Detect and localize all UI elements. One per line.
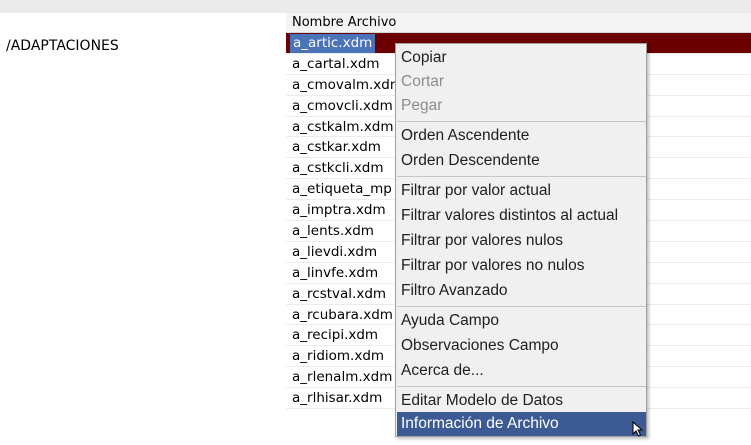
menu-item-filtrar-valor-actual[interactable]: Filtrar por valor actual	[397, 179, 646, 203]
file-name-cell[interactable]: a_rlenalm.xdm	[292, 367, 392, 387]
menu-item-orden-ascendente[interactable]: Orden Ascendente	[397, 124, 646, 148]
menu-separator	[397, 176, 646, 177]
menu-item-cortar: Cortar	[401, 73, 445, 90]
menu-item-observaciones-campo[interactable]: Observaciones Campo	[397, 334, 646, 358]
file-name-cell[interactable]: a_imptra.xdm	[292, 200, 386, 220]
file-name-cell[interactable]: a_linvfe.xdm	[292, 263, 378, 283]
top-band	[0, 0, 751, 13]
menu-item-filtrar-nulos[interactable]: Filtrar por valores nulos	[397, 229, 646, 253]
file-name-cell[interactable]: a_cstkcli.xdm	[292, 158, 384, 178]
menu-item-copiar[interactable]: Copiar	[397, 46, 646, 70]
menu-item-filtrar-no-nulos[interactable]: Filtrar por valores no nulos	[397, 254, 646, 278]
file-name-cell[interactable]: a_cmovcli.xdm	[292, 96, 393, 116]
folder-path-label: /ADAPTACIONES	[6, 38, 119, 54]
file-name-cell[interactable]: a_ridiom.xdm	[292, 346, 384, 366]
file-name-cell[interactable]: a_cmovalm.xdm	[292, 75, 403, 95]
file-name-cell[interactable]: a_cstkar.xdm	[292, 137, 381, 157]
file-name-cell[interactable]: a_rcstval.xdm	[292, 284, 386, 304]
file-name-cell[interactable]: a_etiqueta_mp	[292, 179, 392, 199]
file-name-cell[interactable]: a_rlhisar.xdm	[292, 388, 382, 408]
menu-item-informacion-archivo[interactable]: Información de Archivo	[397, 412, 646, 436]
file-name-cell[interactable]: a_cartal.xdm	[292, 54, 380, 74]
file-name-cell[interactable]: a_cstkalm.xdm	[292, 117, 394, 137]
menu-separator	[397, 386, 646, 387]
menu-item-orden-descendente[interactable]: Orden Descendente	[397, 149, 646, 173]
menu-item-editar-modelo[interactable]: Editar Modelo de Datos	[397, 389, 646, 413]
menu-item-filtrar-distintos[interactable]: Filtrar valores distintos al actual	[397, 204, 646, 228]
file-name-cell[interactable]: a_recipi.xdm	[292, 325, 378, 345]
mouse-pointer-icon	[632, 421, 644, 437]
file-name-cell[interactable]: a_rcubara.xdm	[292, 305, 393, 325]
menu-item-filtro-avanzado[interactable]: Filtro Avanzado	[397, 279, 646, 303]
column-header-nombre-archivo[interactable]: Nombre Archivo	[292, 13, 396, 32]
menu-item-acerca-de[interactable]: Acerca de...	[397, 359, 646, 383]
menu-item-ayuda-campo[interactable]: Ayuda Campo	[397, 309, 646, 333]
file-name-cell[interactable]: a_lievdi.xdm	[292, 242, 377, 262]
menu-separator	[397, 306, 646, 307]
menu-separator	[397, 121, 646, 122]
menu-item-pegar: Pegar	[401, 97, 443, 114]
context-menu: Copiar Cortar Pegar Orden Ascendente Ord…	[395, 43, 647, 437]
file-name-cell[interactable]: a_artic.xdm	[290, 34, 376, 53]
file-name-cell[interactable]: a_lents.xdm	[292, 221, 374, 241]
